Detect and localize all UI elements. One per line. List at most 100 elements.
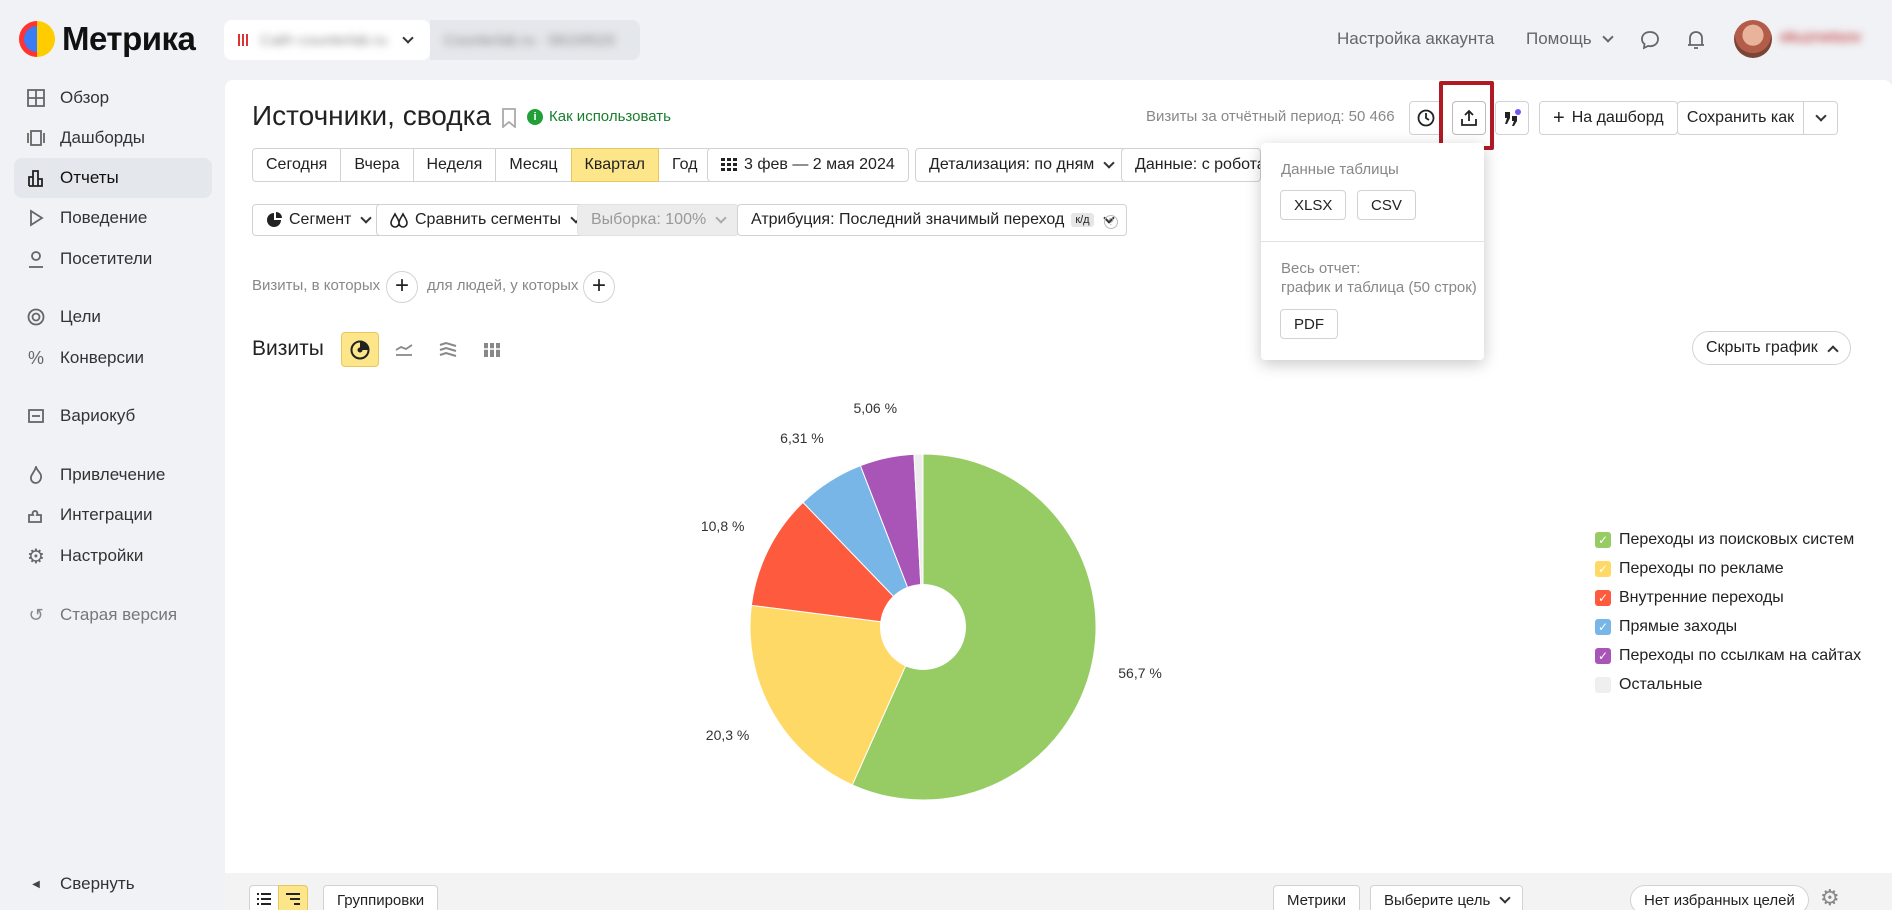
how-to-use-link[interactable]: i Как использовать	[527, 108, 671, 125]
sidebar-item-label: Вариокуб	[60, 406, 136, 425]
date-range-picker[interactable]: 3 фев — 2 мая 2024	[707, 148, 909, 182]
plus-icon: +	[1553, 107, 1565, 129]
counter-id: Counterlab.ru · 58109520	[444, 31, 615, 49]
segment-button[interactable]: Сегмент	[252, 204, 385, 236]
period-label: Вчера	[354, 156, 400, 173]
attribution-dropdown[interactable]: Атрибуция: Последний значимый переход к/…	[737, 204, 1127, 236]
user-icon	[26, 249, 46, 269]
pie-slice-label: 5,06 %	[853, 399, 898, 416]
legend-item[interactable]: ✓ Переходы из поисковых систем	[1595, 531, 1854, 549]
chat-icon[interactable]	[1640, 30, 1660, 50]
sidebar-item-overview[interactable]: Обзор	[14, 78, 212, 118]
checkbox-icon: ✓	[1595, 561, 1611, 577]
metrics-button[interactable]: Метрики	[1273, 885, 1361, 910]
export-button[interactable]	[1452, 101, 1486, 135]
legend-item[interactable]: ✓ Переходы по ссылкам на сайтах	[1595, 647, 1861, 665]
legend-item[interactable]: ✓ Прямые заходы	[1595, 618, 1737, 636]
add-visit-condition-button[interactable]: +	[386, 271, 418, 303]
sidebar-item-variocube[interactable]: Вариокуб	[14, 396, 212, 436]
sidebar-item-acquisition[interactable]: Привлечение	[14, 455, 212, 495]
account-settings-link[interactable]: Настройка аккаунта	[1337, 29, 1494, 49]
counter-id-box[interactable]: Counterlab.ru · 58109520	[430, 20, 640, 60]
add-to-dashboard-button[interactable]: + На дашборд	[1539, 101, 1678, 135]
ai-assistant-button[interactable]	[1495, 101, 1529, 135]
sidebar-item-settings[interactable]: ⚙ Настройки	[14, 536, 212, 576]
detail-dropdown[interactable]: Детализация: по дням	[915, 148, 1128, 182]
compare-label: Сравнить сегменты	[415, 211, 562, 228]
bell-icon[interactable]	[1686, 29, 1706, 51]
avatar[interactable]	[1734, 20, 1772, 58]
visits-total: Визиты за отчётный период: 50 466	[1146, 108, 1395, 125]
add-people-condition-button[interactable]: +	[583, 271, 615, 303]
pie-slice-label: 20,3 %	[705, 727, 750, 744]
legend-label: Прямые заходы	[1619, 618, 1738, 635]
chart-type-pie-button[interactable]	[341, 332, 379, 367]
compare-segments-button[interactable]: Сравнить сегменты	[376, 204, 595, 236]
sidebar-item-goals[interactable]: Цели	[14, 297, 212, 337]
chevron-down-icon	[360, 211, 373, 224]
export-xlsx-button[interactable]: XLSX	[1280, 190, 1347, 220]
choose-goal-dropdown[interactable]: Выберите цель	[1370, 885, 1524, 910]
data-filter-label: Данные: с роботам	[1135, 156, 1260, 173]
legend-item[interactable]: Остальные	[1595, 676, 1702, 694]
area-chart-icon[interactable]	[438, 340, 458, 360]
period-quarter[interactable]: Квартал	[570, 148, 660, 182]
sidebar-item-reports[interactable]: Отчеты	[14, 158, 212, 198]
stacked-bar-icon[interactable]	[482, 340, 502, 360]
sample-dropdown[interactable]: Выборка: 100%	[577, 204, 740, 236]
sidebar-item-dashboards[interactable]: Дашборды	[14, 118, 212, 158]
collapse-sidebar-button[interactable]: ◀ Свернуть	[14, 864, 212, 904]
sidebar-item-integrations[interactable]: Интеграции	[14, 495, 212, 535]
drops-icon	[390, 212, 408, 228]
period-today[interactable]: Сегодня	[252, 148, 342, 182]
sidebar-item-visitors[interactable]: Посетители	[14, 239, 212, 279]
period-label: Сегодня	[266, 156, 328, 173]
legend-label: Переходы из поисковых систем	[1619, 531, 1855, 548]
plus-icon: +	[394, 272, 409, 299]
favorite-goals-button[interactable]: Нет избранных целей	[1630, 885, 1809, 910]
logo[interactable]: Метрика	[18, 20, 196, 58]
counter-selector[interactable]: Сайт-counterlab.ru	[224, 20, 430, 60]
table-settings-gear-icon[interactable]: ⚙	[1820, 885, 1840, 910]
collapse-label: Свернуть	[60, 874, 135, 893]
period-yesterday[interactable]: Вчера	[340, 148, 414, 182]
data-filter-dropdown[interactable]: Данные: с роботам	[1121, 148, 1261, 182]
page-title: Источники, сводка	[252, 100, 492, 131]
list-view-button[interactable]	[249, 885, 279, 910]
period-year[interactable]: Год	[658, 148, 712, 182]
export-csv-button[interactable]: CSV	[1357, 190, 1416, 220]
chevron-down-icon	[1814, 109, 1827, 122]
period-week[interactable]: Неделя	[412, 148, 497, 182]
cube-icon	[26, 406, 46, 426]
share-export-icon	[1461, 109, 1477, 126]
legend-item[interactable]: ✓ Переходы по рекламе	[1595, 560, 1784, 578]
export-pdf-button[interactable]: PDF	[1280, 309, 1338, 339]
help-menu[interactable]: Помощь	[1526, 29, 1614, 49]
legend-item[interactable]: ✓ Внутренние переходы	[1595, 589, 1784, 607]
help-question-icon[interactable]: ?	[1104, 215, 1118, 229]
sidebar-item-conversions[interactable]: % Конверсии	[14, 338, 212, 378]
history-button[interactable]	[1409, 101, 1443, 135]
legend-label: Внутренние переходы	[1619, 589, 1784, 606]
attribution-badge: к/д	[1071, 213, 1094, 227]
sidebar-item-old-version[interactable]: ↺ Старая версия	[14, 595, 212, 635]
counter-bars-icon	[238, 34, 248, 46]
sidebar-item-label: Обзор	[60, 88, 110, 107]
tree-view-button[interactable]	[278, 885, 308, 910]
user-name[interactable]: ekuznetsov	[1780, 29, 1861, 47]
pie-center-hole	[880, 584, 966, 670]
hide-chart-button[interactable]: Скрыть график	[1692, 331, 1851, 365]
sidebar-item-label: Цели	[60, 307, 101, 326]
period-label: Неделя	[426, 156, 483, 173]
save-as-dropdown-button[interactable]	[1803, 101, 1838, 135]
line-chart-icon[interactable]	[394, 340, 414, 360]
chevron-up-icon	[1827, 344, 1839, 357]
flame-icon	[26, 465, 46, 485]
bookmark-icon[interactable]	[502, 108, 516, 128]
save-as-button[interactable]: Сохранить как	[1677, 101, 1804, 135]
period-label: Месяц	[509, 156, 558, 173]
period-month[interactable]: Месяц	[495, 148, 572, 182]
groupings-button[interactable]: Группировки	[323, 885, 439, 910]
save-as-label: Сохранить как	[1686, 109, 1795, 126]
sidebar-item-behavior[interactable]: Поведение	[14, 198, 212, 238]
